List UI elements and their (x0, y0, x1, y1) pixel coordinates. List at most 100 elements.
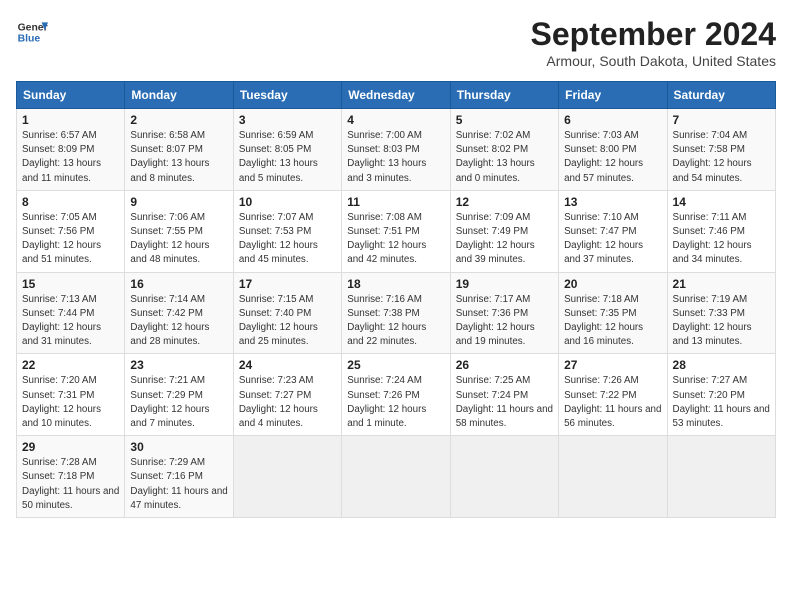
calendar-cell: 30 Sunrise: 7:29 AM Sunset: 7:16 PM Dayl… (125, 436, 233, 518)
calendar-cell: 1 Sunrise: 6:57 AM Sunset: 8:09 PM Dayli… (17, 109, 125, 191)
day-daylight: Daylight: 13 hours and 8 minutes. (130, 158, 209, 183)
day-sunrise: Sunrise: 7:07 AM (239, 212, 314, 223)
day-number: 29 (22, 440, 119, 454)
day-sunset: Sunset: 7:29 PM (130, 390, 202, 401)
day-sunrise: Sunrise: 7:09 AM (456, 212, 531, 223)
day-sunset: Sunset: 7:38 PM (347, 308, 419, 319)
day-sunset: Sunset: 7:58 PM (673, 144, 745, 155)
day-daylight: Daylight: 11 hours and 58 minutes. (456, 404, 553, 429)
day-sunset: Sunset: 8:02 PM (456, 144, 528, 155)
day-sunrise: Sunrise: 6:57 AM (22, 130, 97, 141)
calendar-cell (559, 436, 667, 518)
day-number: 1 (22, 113, 119, 127)
day-sunset: Sunset: 7:49 PM (456, 226, 528, 237)
day-sunset: Sunset: 7:36 PM (456, 308, 528, 319)
calendar-cell: 19 Sunrise: 7:17 AM Sunset: 7:36 PM Dayl… (450, 272, 558, 354)
day-number: 13 (564, 195, 661, 209)
day-sunrise: Sunrise: 7:25 AM (456, 375, 531, 386)
day-sunrise: Sunrise: 7:11 AM (673, 212, 747, 223)
day-daylight: Daylight: 12 hours and 13 minutes. (673, 322, 752, 347)
day-sunset: Sunset: 7:26 PM (347, 390, 419, 401)
title-area: September 2024 Armour, South Dakota, Uni… (531, 16, 776, 69)
day-daylight: Daylight: 12 hours and 31 minutes. (22, 322, 101, 347)
day-number: 6 (564, 113, 661, 127)
day-sunrise: Sunrise: 7:03 AM (564, 130, 639, 141)
calendar-week-row: 1 Sunrise: 6:57 AM Sunset: 8:09 PM Dayli… (17, 109, 776, 191)
day-sunset: Sunset: 7:35 PM (564, 308, 636, 319)
month-title: September 2024 (531, 16, 776, 53)
day-sunrise: Sunrise: 7:23 AM (239, 375, 314, 386)
generalblue-logo-icon: General Blue (16, 16, 48, 48)
calendar-cell: 21 Sunrise: 7:19 AM Sunset: 7:33 PM Dayl… (667, 272, 775, 354)
calendar-cell: 15 Sunrise: 7:13 AM Sunset: 7:44 PM Dayl… (17, 272, 125, 354)
calendar-cell: 7 Sunrise: 7:04 AM Sunset: 7:58 PM Dayli… (667, 109, 775, 191)
day-daylight: Daylight: 12 hours and 51 minutes. (22, 240, 101, 265)
day-sunset: Sunset: 7:31 PM (22, 390, 94, 401)
calendar-week-row: 15 Sunrise: 7:13 AM Sunset: 7:44 PM Dayl… (17, 272, 776, 354)
calendar-cell: 29 Sunrise: 7:28 AM Sunset: 7:18 PM Dayl… (17, 436, 125, 518)
calendar-cell: 9 Sunrise: 7:06 AM Sunset: 7:55 PM Dayli… (125, 190, 233, 272)
day-sunset: Sunset: 7:33 PM (673, 308, 745, 319)
day-sunrise: Sunrise: 7:16 AM (347, 294, 422, 305)
day-sunrise: Sunrise: 7:20 AM (22, 375, 97, 386)
weekday-header-saturday: Saturday (667, 82, 775, 109)
day-number: 8 (22, 195, 119, 209)
day-daylight: Daylight: 12 hours and 48 minutes. (130, 240, 209, 265)
calendar-cell: 8 Sunrise: 7:05 AM Sunset: 7:56 PM Dayli… (17, 190, 125, 272)
page-header: General Blue September 2024 Armour, Sout… (16, 16, 776, 69)
day-number: 23 (130, 358, 227, 372)
day-daylight: Daylight: 12 hours and 7 minutes. (130, 404, 209, 429)
day-sunset: Sunset: 8:07 PM (130, 144, 202, 155)
day-sunset: Sunset: 8:09 PM (22, 144, 94, 155)
day-sunrise: Sunrise: 7:24 AM (347, 375, 422, 386)
day-daylight: Daylight: 12 hours and 57 minutes. (564, 158, 643, 183)
day-daylight: Daylight: 12 hours and 34 minutes. (673, 240, 752, 265)
day-sunset: Sunset: 7:46 PM (673, 226, 745, 237)
day-sunrise: Sunrise: 7:18 AM (564, 294, 639, 305)
day-sunrise: Sunrise: 7:26 AM (564, 375, 639, 386)
day-number: 19 (456, 277, 553, 291)
day-sunrise: Sunrise: 7:29 AM (130, 457, 205, 468)
day-sunset: Sunset: 7:44 PM (22, 308, 94, 319)
calendar-cell: 10 Sunrise: 7:07 AM Sunset: 7:53 PM Dayl… (233, 190, 341, 272)
day-sunrise: Sunrise: 7:28 AM (22, 457, 97, 468)
day-sunset: Sunset: 7:40 PM (239, 308, 311, 319)
weekday-header-row: SundayMondayTuesdayWednesdayThursdayFrid… (17, 82, 776, 109)
weekday-header-thursday: Thursday (450, 82, 558, 109)
day-daylight: Daylight: 12 hours and 45 minutes. (239, 240, 318, 265)
day-number: 11 (347, 195, 444, 209)
day-number: 2 (130, 113, 227, 127)
calendar-cell: 17 Sunrise: 7:15 AM Sunset: 7:40 PM Dayl… (233, 272, 341, 354)
calendar-week-row: 22 Sunrise: 7:20 AM Sunset: 7:31 PM Dayl… (17, 354, 776, 436)
day-sunset: Sunset: 7:18 PM (22, 471, 94, 482)
weekday-header-sunday: Sunday (17, 82, 125, 109)
day-number: 27 (564, 358, 661, 372)
day-number: 16 (130, 277, 227, 291)
calendar-cell: 14 Sunrise: 7:11 AM Sunset: 7:46 PM Dayl… (667, 190, 775, 272)
day-sunset: Sunset: 8:05 PM (239, 144, 311, 155)
day-sunrise: Sunrise: 7:19 AM (673, 294, 748, 305)
day-sunrise: Sunrise: 7:10 AM (564, 212, 639, 223)
day-daylight: Daylight: 12 hours and 1 minute. (347, 404, 426, 429)
day-sunrise: Sunrise: 7:04 AM (673, 130, 748, 141)
day-number: 26 (456, 358, 553, 372)
day-number: 25 (347, 358, 444, 372)
location: Armour, South Dakota, United States (531, 53, 776, 69)
calendar-cell: 4 Sunrise: 7:00 AM Sunset: 8:03 PM Dayli… (342, 109, 450, 191)
day-number: 28 (673, 358, 770, 372)
day-sunset: Sunset: 7:24 PM (456, 390, 528, 401)
day-sunset: Sunset: 7:51 PM (347, 226, 419, 237)
calendar-cell (450, 436, 558, 518)
calendar-cell (342, 436, 450, 518)
day-sunset: Sunset: 7:20 PM (673, 390, 745, 401)
day-sunrise: Sunrise: 7:27 AM (673, 375, 748, 386)
calendar-cell: 20 Sunrise: 7:18 AM Sunset: 7:35 PM Dayl… (559, 272, 667, 354)
day-daylight: Daylight: 13 hours and 11 minutes. (22, 158, 101, 183)
day-sunrise: Sunrise: 7:13 AM (22, 294, 97, 305)
day-number: 21 (673, 277, 770, 291)
calendar-week-row: 8 Sunrise: 7:05 AM Sunset: 7:56 PM Dayli… (17, 190, 776, 272)
day-number: 12 (456, 195, 553, 209)
day-sunrise: Sunrise: 7:21 AM (130, 375, 205, 386)
calendar-cell: 28 Sunrise: 7:27 AM Sunset: 7:20 PM Dayl… (667, 354, 775, 436)
day-daylight: Daylight: 12 hours and 42 minutes. (347, 240, 426, 265)
